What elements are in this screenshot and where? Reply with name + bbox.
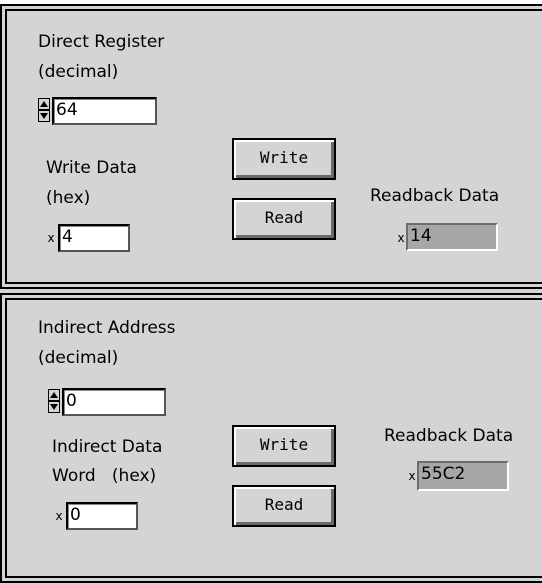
direct-read-button[interactable]: Read [232, 198, 336, 240]
increment-arrow-icon[interactable] [38, 98, 50, 110]
direct-register-input[interactable]: 64 [52, 97, 157, 125]
write-data-unit-label: (hex) [46, 188, 91, 208]
direct-write-button[interactable]: Write [232, 138, 336, 180]
decrement-arrow-icon[interactable] [38, 110, 50, 122]
indirect-readback-indicator: 55C2 [417, 461, 509, 491]
indirect-address-spinner[interactable] [48, 389, 60, 413]
indirect-data-input[interactable]: 0 [66, 502, 138, 530]
decrement-arrow-icon[interactable] [48, 401, 60, 413]
indirect-read-button[interactable]: Read [232, 485, 336, 527]
indirect-address-label: Indirect Address [38, 318, 176, 338]
increment-arrow-icon[interactable] [48, 389, 60, 401]
indirect-write-button[interactable]: Write [232, 425, 336, 467]
write-data-radix-icon[interactable]: x [46, 226, 56, 250]
direct-register-label: Direct Register [38, 32, 165, 52]
direct-register-spinner[interactable] [38, 98, 50, 122]
indirect-readback-label: Readback Data [384, 426, 514, 446]
indirect-data-radix-icon[interactable]: x [54, 504, 64, 528]
write-data-input[interactable]: 4 [58, 224, 130, 252]
write-data-label: Write Data [46, 158, 137, 178]
direct-readback-indicator: 14 [406, 223, 498, 251]
indirect-data-unit-label: Word (hex) [52, 466, 157, 486]
indirect-data-label: Indirect Data [52, 437, 163, 457]
direct-readback-label: Readback Data [370, 186, 500, 206]
indirect-address-unit-label: (decimal) [38, 348, 119, 368]
indirect-readback-radix-icon: x [408, 469, 416, 483]
direct-register-unit-label: (decimal) [38, 62, 119, 82]
indirect-address-input[interactable]: 0 [62, 388, 166, 416]
direct-readback-radix-icon: x [397, 231, 405, 245]
